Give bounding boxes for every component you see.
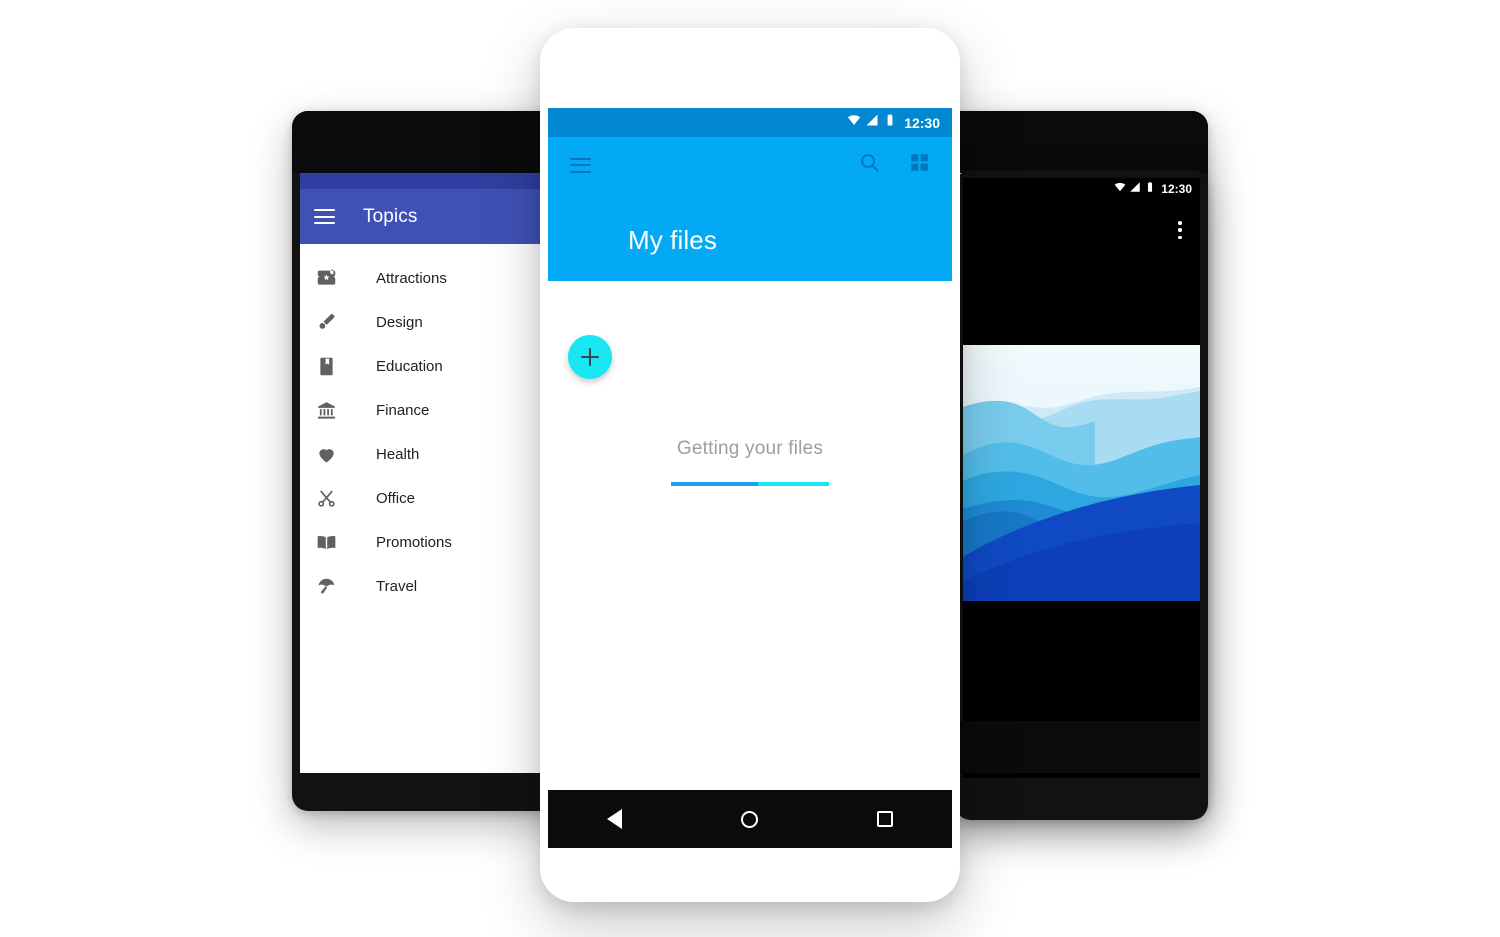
more-vert-icon[interactable]: [1170, 218, 1190, 242]
center-phone-frame: 12:30 My files Getting your files: [540, 28, 960, 902]
bank-icon: [314, 398, 338, 422]
heart-icon: [314, 442, 338, 466]
drawer-item-design[interactable]: Design: [300, 300, 552, 344]
search-icon[interactable]: [858, 151, 881, 179]
app-bar: My files: [548, 137, 952, 281]
battery-icon: [883, 113, 897, 132]
navigation-drawer: Topics Attractions Design Education Fina…: [300, 173, 552, 773]
bookmark-book-icon: [314, 354, 338, 378]
blue-mountain-ridges-photo: [963, 345, 1200, 601]
drawer-item-label: Design: [376, 313, 423, 331]
grid-view-icon[interactable]: [909, 152, 930, 178]
page-title: My files: [628, 225, 717, 255]
drawer-item-finance[interactable]: Finance: [300, 388, 552, 432]
back-triangle-icon[interactable]: [607, 809, 623, 829]
recents-square-icon-placeholder: [1044, 741, 1057, 754]
drawer-item-label: Finance: [376, 401, 430, 419]
drawer-item-promotions[interactable]: Promotions: [300, 520, 552, 564]
battery-icon: [1144, 180, 1156, 198]
drawer-item-travel[interactable]: Travel: [300, 564, 552, 608]
drawer-item-label: Attractions: [376, 269, 447, 287]
status-clock: 12:30: [904, 114, 940, 131]
paintbrush-icon: [314, 310, 338, 334]
hamburger-menu-icon[interactable]: [570, 157, 591, 173]
drawer-status-strip: [300, 173, 552, 189]
drawer-title: Topics: [363, 205, 418, 227]
app-bar-action-group: [858, 151, 930, 179]
status-clock: 12:30: [1161, 182, 1192, 196]
drawer-item-office[interactable]: Office: [300, 476, 552, 520]
wifi-icon: [1114, 180, 1126, 198]
loading-state: Getting your files: [548, 438, 952, 486]
plus-icon: [581, 348, 599, 366]
wifi-icon: [847, 113, 861, 132]
umbrella-icon: [314, 574, 338, 598]
drawer-item-label: Office: [376, 489, 415, 507]
open-book-icon: [314, 530, 338, 554]
drawer-item-label: Travel: [376, 577, 418, 595]
drawer-item-education[interactable]: Education: [300, 344, 552, 388]
hamburger-menu-icon[interactable]: [314, 209, 335, 224]
progress-bar-fill: [671, 482, 758, 486]
add-fab-button[interactable]: [568, 335, 612, 379]
loading-label: Getting your files: [676, 438, 824, 459]
stage: Topics Attractions Design Education Fina…: [0, 0, 1500, 937]
drawer-item-attractions[interactable]: Attractions: [300, 256, 552, 300]
right-phone-status-bar: 12:30: [963, 178, 1200, 200]
drawer-item-label: Promotions: [376, 533, 452, 551]
drawer-item-label: Education: [376, 357, 443, 375]
drawer-item-list: Attractions Design Education Finance Hea…: [300, 244, 552, 608]
app-bar-actions: [548, 137, 952, 193]
center-phone-screen: 12:30 My files Getting your files: [548, 108, 952, 848]
center-phone-status-bar: 12:30: [548, 108, 952, 137]
signal-icon: [865, 113, 879, 132]
center-phone-nav-bar: [548, 790, 952, 848]
drawer-item-health[interactable]: Health: [300, 432, 552, 476]
recents-square-icon[interactable]: [876, 811, 893, 827]
progress-bar: [671, 482, 829, 486]
ticket-star-icon: [314, 266, 338, 290]
home-circle-icon[interactable]: [740, 810, 758, 828]
scissors-icon: [314, 486, 338, 510]
drawer-header: Topics: [300, 189, 552, 244]
right-phone-screen: 12:30: [963, 178, 1200, 778]
signal-icon: [1129, 180, 1141, 198]
drawer-item-label: Health: [376, 445, 420, 463]
